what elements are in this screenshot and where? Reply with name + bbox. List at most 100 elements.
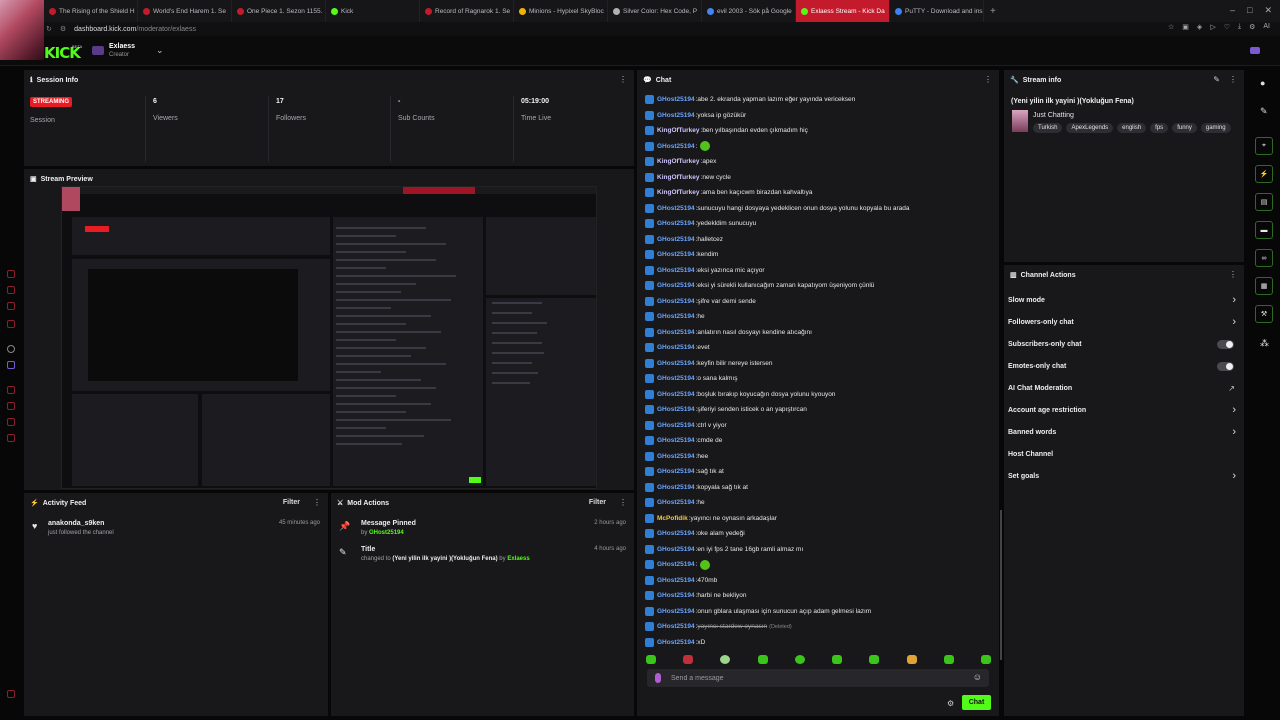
wrench-icon[interactable]: ⚒ bbox=[1255, 305, 1273, 323]
nav-icon[interactable] bbox=[7, 345, 15, 353]
chat-scrollbar[interactable] bbox=[1000, 510, 1002, 660]
chat-username[interactable]: GHost25194 bbox=[657, 484, 695, 491]
channel-action-item[interactable]: Set goals › bbox=[1008, 468, 1238, 484]
emote-button[interactable] bbox=[794, 655, 805, 664]
chat-username[interactable]: KingOfTurkey bbox=[657, 158, 700, 165]
browser-tab[interactable]: The Rising of the Shield H bbox=[44, 0, 138, 22]
browser-tab[interactable]: Record of Ragnarok 1. Se bbox=[420, 0, 514, 22]
chevron-right-icon[interactable]: › bbox=[1232, 404, 1236, 416]
channel-action-item[interactable]: Emotes-only chat bbox=[1008, 358, 1238, 374]
chat-username[interactable]: GHost25194 bbox=[657, 608, 695, 615]
emote-button[interactable] bbox=[980, 655, 991, 664]
external-link-icon[interactable]: ↗ bbox=[1228, 384, 1235, 393]
chat-username[interactable]: GHost25194 bbox=[657, 639, 695, 646]
chevron-right-icon[interactable]: › bbox=[1232, 426, 1236, 438]
chevron-right-icon[interactable]: › bbox=[1232, 316, 1236, 328]
kebab-menu-icon[interactable]: ⋮ bbox=[619, 498, 627, 507]
chat-username[interactable]: GHost25194 bbox=[657, 422, 695, 429]
chat-username[interactable]: GHost25194 bbox=[657, 329, 695, 336]
chat-username[interactable]: GHost25194 bbox=[657, 577, 695, 584]
kebab-menu-icon[interactable]: ⋮ bbox=[1229, 270, 1237, 279]
new-tab-button[interactable]: + bbox=[990, 6, 996, 17]
emote-button[interactable] bbox=[683, 655, 694, 664]
chat-username[interactable]: GHost25194 bbox=[657, 251, 695, 258]
toggle-switch[interactable] bbox=[1217, 361, 1234, 371]
chat-username[interactable]: GHost25194 bbox=[657, 468, 695, 475]
shield-icon[interactable]: ◈ bbox=[1197, 23, 1202, 31]
channel-action-item[interactable]: AI Chat Moderation ↗ bbox=[1008, 380, 1238, 396]
kebab-menu-icon[interactable]: ⋮ bbox=[619, 75, 627, 84]
emote-button[interactable] bbox=[869, 655, 880, 664]
activity-user[interactable]: anakonda_s9ken bbox=[48, 520, 104, 527]
user-avatar[interactable] bbox=[1250, 47, 1260, 54]
pencil-icon[interactable]: ✎ bbox=[1260, 106, 1268, 117]
chat-username[interactable]: GHost25194 bbox=[657, 375, 695, 382]
chat-username[interactable]: GHost25194 bbox=[657, 205, 695, 212]
browser-tab[interactable]: One Piece 1. Sezon 1155. bbox=[232, 0, 326, 22]
chat-username[interactable]: GHost25194 bbox=[657, 437, 695, 444]
nav-icon[interactable] bbox=[7, 361, 15, 369]
pencil-icon[interactable]: ✎ bbox=[1213, 75, 1220, 84]
chat-username[interactable]: GHost25194 bbox=[657, 267, 695, 274]
stream-tag[interactable]: funny bbox=[1172, 123, 1197, 133]
browser-tab[interactable]: Minions - Hypixel SkyBloc bbox=[514, 0, 608, 22]
info-icon[interactable]: ● bbox=[1260, 78, 1265, 88]
channel-name[interactable]: Exlaess bbox=[109, 43, 135, 50]
chat-username[interactable]: GHost25194 bbox=[657, 236, 695, 243]
kebab-menu-icon[interactable]: ⋮ bbox=[1229, 75, 1237, 84]
browser-tab[interactable]: Silver Color: Hex Code, P bbox=[608, 0, 702, 22]
chat-username[interactable]: GHost25194 bbox=[657, 282, 695, 289]
target-icon[interactable]: ⌖ bbox=[1255, 137, 1273, 155]
nav-icon[interactable] bbox=[7, 690, 15, 698]
chat-send-button[interactable]: Chat bbox=[962, 695, 991, 710]
stream-tag[interactable]: Turkish bbox=[1033, 123, 1063, 133]
chevron-down-icon[interactable]: ⌄ bbox=[156, 45, 164, 56]
browser-tab[interactable]: PuTTY - Download and ins bbox=[890, 0, 984, 22]
channel-action-item[interactable]: Banned words › bbox=[1008, 424, 1238, 440]
chat-username[interactable]: GHost25194 bbox=[657, 453, 695, 460]
site-info-icon[interactable]: ⚙ bbox=[60, 25, 66, 33]
settings-icon[interactable]: ⚙ bbox=[1249, 23, 1255, 31]
emote-button[interactable] bbox=[646, 655, 656, 664]
stream-tag[interactable]: gaming bbox=[1200, 123, 1231, 133]
stream-preview-video[interactable] bbox=[61, 186, 597, 489]
ai-button[interactable]: AI bbox=[1263, 23, 1270, 31]
chat-username[interactable]: McPofidik bbox=[657, 515, 688, 522]
minimize-icon[interactable]: – bbox=[1230, 5, 1235, 16]
chat-username[interactable]: GHost25194 bbox=[657, 344, 695, 351]
emote-button[interactable] bbox=[943, 655, 954, 664]
channel-action-item[interactable]: Account age restriction › bbox=[1008, 402, 1238, 418]
heart-icon[interactable]: ♡ bbox=[1224, 23, 1230, 31]
filter-button[interactable]: Filter bbox=[283, 499, 300, 506]
stream-tag[interactable]: fps bbox=[1150, 123, 1169, 133]
chat-username[interactable]: GHost25194 bbox=[657, 546, 695, 553]
download-icon[interactable]: ⤓ bbox=[1238, 23, 1241, 31]
gear-icon[interactable]: ⚙ bbox=[947, 699, 954, 708]
chevron-right-icon[interactable]: › bbox=[1232, 470, 1236, 482]
emote-button[interactable] bbox=[757, 655, 768, 664]
chat-message-input[interactable] bbox=[671, 672, 961, 684]
stream-category[interactable]: Just Chatting bbox=[1033, 112, 1074, 119]
channel-action-item[interactable]: Slow mode › bbox=[1008, 292, 1238, 308]
browser-tab[interactable]: Exlaess Stream - Kick Da bbox=[796, 0, 890, 22]
chat-username[interactable]: GHost25194 bbox=[657, 313, 695, 320]
emote-button[interactable] bbox=[832, 655, 843, 664]
link-icon[interactable]: ∞ bbox=[1255, 249, 1273, 267]
channel-action-item[interactable]: Followers-only chat › bbox=[1008, 314, 1238, 330]
emoji-icon[interactable]: ☺ bbox=[973, 672, 982, 682]
reload-icon[interactable]: ↻ bbox=[46, 25, 52, 33]
lightning-icon[interactable]: ⚡ bbox=[1255, 165, 1273, 183]
kebab-menu-icon[interactable]: ⋮ bbox=[313, 498, 321, 507]
browser-tab[interactable]: evil 2003 - Sök på Google bbox=[702, 0, 796, 22]
play-icon[interactable]: ▷ bbox=[1210, 23, 1215, 31]
chat-username[interactable]: GHost25194 bbox=[657, 112, 695, 119]
chat-username[interactable]: GHost25194 bbox=[657, 96, 695, 103]
nav-icon[interactable] bbox=[7, 434, 15, 442]
nav-icon[interactable] bbox=[7, 286, 15, 294]
chat-username[interactable]: GHost25194 bbox=[657, 143, 695, 150]
chat-username[interactable]: KingOfTurkey bbox=[657, 189, 700, 196]
chat-username[interactable]: GHost25194 bbox=[657, 220, 695, 227]
stream-tag[interactable]: english bbox=[1117, 123, 1147, 133]
note-icon[interactable]: ▤ bbox=[1255, 193, 1273, 211]
stream-tag[interactable]: ApexLegends bbox=[1066, 123, 1114, 133]
